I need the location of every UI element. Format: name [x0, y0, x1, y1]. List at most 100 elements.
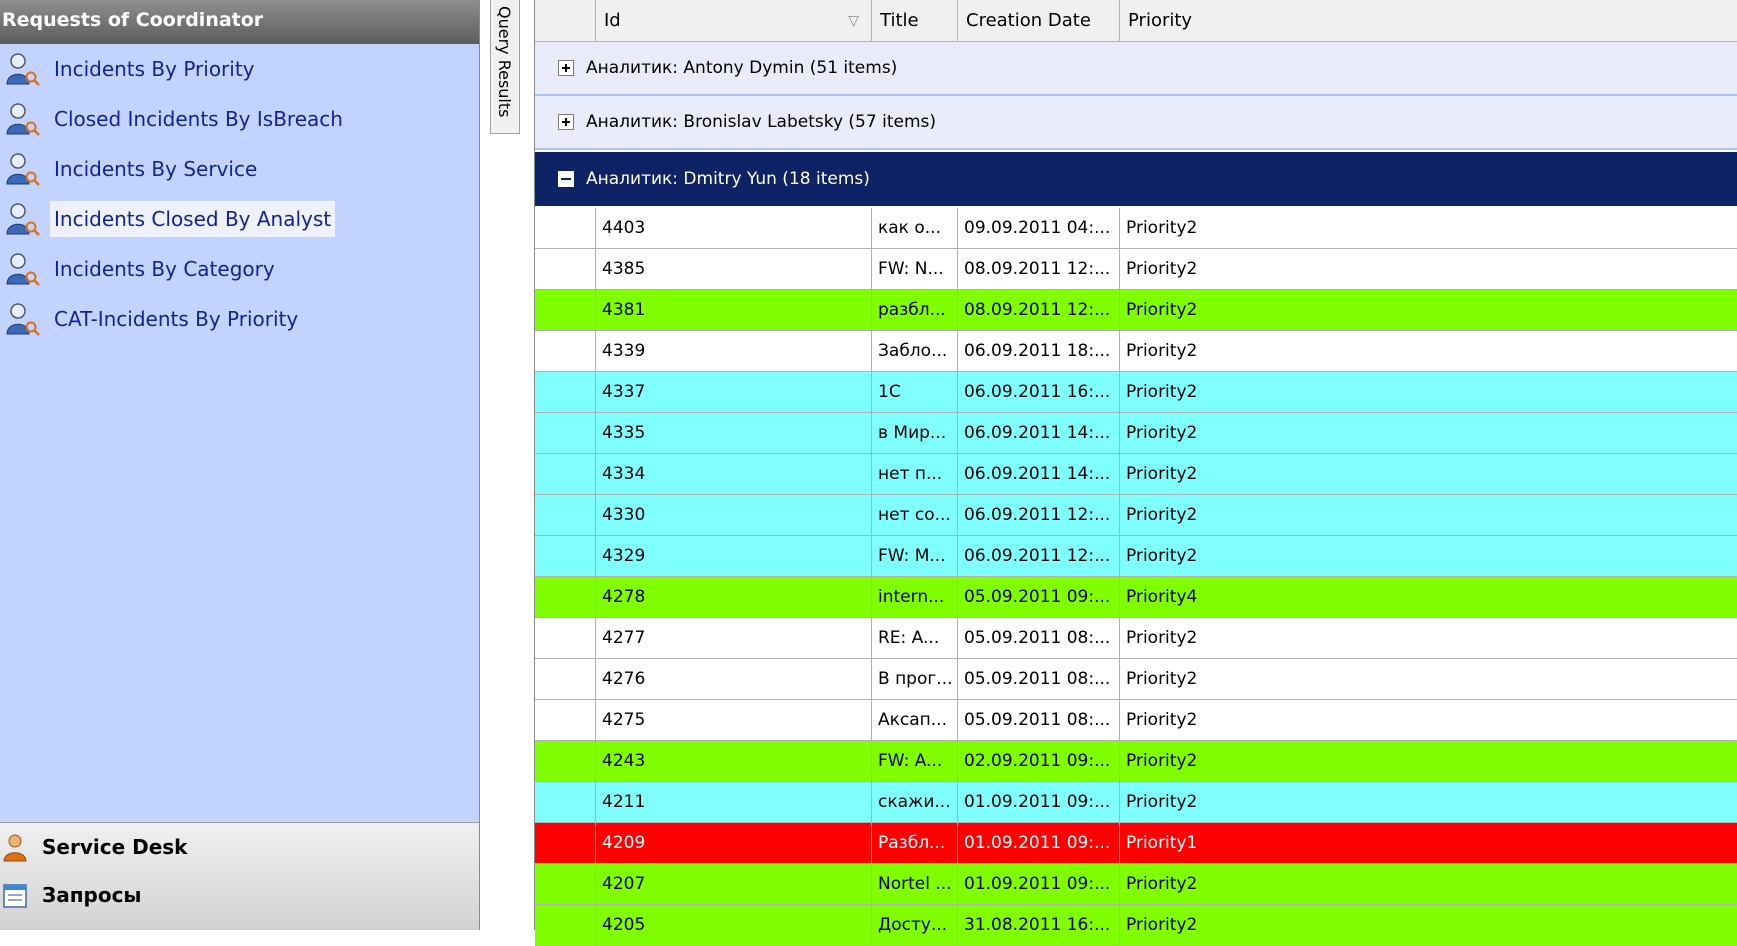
table-row[interactable]: 4337 1С 06.09.2011 16:... Priority2 [535, 372, 1737, 413]
cell-priority[interactable]: Priority2 [1119, 249, 1737, 289]
cell-creation-date[interactable]: 06.09.2011 14:... [957, 454, 1119, 494]
cell-priority[interactable]: Priority2 [1119, 208, 1737, 248]
table-row[interactable]: 4339 Забло... 06.09.2011 18:... Priority2 [535, 331, 1737, 372]
cell-priority[interactable]: Priority2 [1119, 659, 1737, 699]
table-row[interactable]: 4275 Аксап... 05.09.2011 08:... Priority2 [535, 700, 1737, 741]
cell-priority[interactable]: Priority2 [1119, 536, 1737, 576]
report-item[interactable]: Incidents Closed By Analyst [0, 194, 478, 244]
cell-priority[interactable]: Priority2 [1119, 331, 1737, 371]
collapse-icon[interactable] [558, 171, 574, 187]
column-header-priority[interactable]: Priority [1119, 0, 1737, 42]
table-row[interactable]: 4403 как о... 09.09.2011 04:... Priority2 [535, 208, 1737, 249]
cell-id[interactable]: 4335 [595, 413, 871, 453]
cell-creation-date[interactable]: 06.09.2011 16:... [957, 372, 1119, 412]
table-row[interactable]: 4209 Разбл... 01.09.2011 09:... Priority1 [535, 823, 1737, 864]
group-row-dmitry-yun[interactable]: Аналитик: Dmitry Yun (18 items) [535, 152, 1737, 206]
cell-id[interactable]: 4211 [595, 782, 871, 822]
cell-creation-date[interactable]: 05.09.2011 08:... [957, 659, 1119, 699]
cell-id[interactable]: 4277 [595, 618, 871, 658]
cell-id[interactable]: 4205 [595, 905, 871, 945]
column-header-title[interactable]: Title [871, 0, 957, 42]
table-row[interactable]: 4277 RE: A... 05.09.2011 08:... Priority2 [535, 618, 1737, 659]
table-row[interactable]: 4276 В прог... 05.09.2011 08:... Priority2 [535, 659, 1737, 700]
cell-id[interactable]: 4276 [595, 659, 871, 699]
cell-title[interactable]: Nortel ... [871, 864, 957, 904]
cell-priority[interactable]: Priority2 [1119, 741, 1737, 781]
table-row[interactable]: 4330 нет со... 06.09.2011 12:... Priority2 [535, 495, 1737, 536]
cell-id[interactable]: 4337 [595, 372, 871, 412]
report-item[interactable]: Closed Incidents By IsBreach [0, 94, 478, 144]
cell-id[interactable]: 4329 [595, 536, 871, 576]
workspace-service-desk[interactable]: Service Desk [0, 823, 479, 871]
cell-id[interactable]: 4334 [595, 454, 871, 494]
cell-priority[interactable]: Priority2 [1119, 782, 1737, 822]
cell-priority[interactable]: Priority4 [1119, 577, 1737, 617]
expand-icon[interactable] [558, 114, 574, 130]
cell-title[interactable]: Аксап... [871, 700, 957, 740]
cell-id[interactable]: 4209 [595, 823, 871, 863]
cell-id[interactable]: 4243 [595, 741, 871, 781]
cell-priority[interactable]: Priority2 [1119, 905, 1737, 945]
cell-priority[interactable]: Priority2 [1119, 413, 1737, 453]
cell-title[interactable]: 1С [871, 372, 957, 412]
table-row[interactable]: 4278 intern... 05.09.2011 09:... Priority4 [535, 577, 1737, 618]
cell-creation-date[interactable]: 05.09.2011 08:... [957, 618, 1119, 658]
cell-id[interactable]: 4339 [595, 331, 871, 371]
cell-creation-date[interactable]: 06.09.2011 14:... [957, 413, 1119, 453]
cell-creation-date[interactable]: 05.09.2011 09:... [957, 577, 1119, 617]
table-row[interactable]: 4211 скажи... 01.09.2011 09:... Priority2 [535, 782, 1737, 823]
group-row-antony-dymin[interactable]: Аналитик: Antony Dymin (51 items) [535, 42, 1737, 96]
cell-priority[interactable]: Priority2 [1119, 618, 1737, 658]
cell-title[interactable]: FW: M... [871, 536, 957, 576]
column-header-id[interactable]: Id ▽ [595, 0, 871, 42]
cell-id[interactable]: 4275 [595, 700, 871, 740]
table-row[interactable]: 4207 Nortel ... 01.09.2011 09:... Priority2 [535, 864, 1737, 905]
cell-title[interactable]: в Мир... [871, 413, 957, 453]
cell-id[interactable]: 4403 [595, 208, 871, 248]
cell-creation-date[interactable]: 08.09.2011 12:... [957, 249, 1119, 289]
report-item[interactable]: Incidents By Service [0, 144, 478, 194]
cell-title[interactable]: скажи... [871, 782, 957, 822]
cell-title[interactable]: FW: N... [871, 249, 957, 289]
group-row-bronislav-labetsky[interactable]: Аналитик: Bronislav Labetsky (57 items) [535, 96, 1737, 150]
cell-priority[interactable]: Priority2 [1119, 700, 1737, 740]
cell-id[interactable]: 4207 [595, 864, 871, 904]
cell-title[interactable]: нет со... [871, 495, 957, 535]
cell-title[interactable]: разбл... [871, 290, 957, 330]
cell-creation-date[interactable]: 02.09.2011 09:... [957, 741, 1119, 781]
cell-title[interactable]: как о... [871, 208, 957, 248]
table-row[interactable]: 4329 FW: M... 06.09.2011 12:... Priority2 [535, 536, 1737, 577]
cell-creation-date[interactable]: 06.09.2011 12:... [957, 536, 1119, 576]
table-row[interactable]: 4205 Досту... 31.08.2011 16:... Priority2 [535, 905, 1737, 946]
report-item[interactable]: CAT-Incidents By Priority [0, 294, 478, 344]
cell-creation-date[interactable]: 09.09.2011 04:... [957, 208, 1119, 248]
table-row[interactable]: 4335 в Мир... 06.09.2011 14:... Priority2 [535, 413, 1737, 454]
cell-title[interactable]: RE: A... [871, 618, 957, 658]
column-header-creation-date[interactable]: Creation Date [957, 0, 1119, 42]
report-item[interactable]: Incidents By Category [0, 244, 478, 294]
cell-priority[interactable]: Priority2 [1119, 372, 1737, 412]
report-item[interactable]: Incidents By Priority [0, 44, 478, 94]
cell-priority[interactable]: Priority2 [1119, 864, 1737, 904]
cell-creation-date[interactable]: 06.09.2011 18:... [957, 331, 1119, 371]
cell-creation-date[interactable]: 01.09.2011 09:... [957, 782, 1119, 822]
workspace-requests[interactable]: Запросы [0, 871, 479, 919]
cell-title[interactable]: Разбл... [871, 823, 957, 863]
cell-creation-date[interactable]: 06.09.2011 12:... [957, 495, 1119, 535]
cell-title[interactable]: нет п... [871, 454, 957, 494]
cell-title[interactable]: Забло... [871, 331, 957, 371]
sort-icon[interactable]: ▽ [848, 0, 859, 42]
table-row[interactable]: 4385 FW: N... 08.09.2011 12:... Priority2 [535, 249, 1737, 290]
cell-priority[interactable]: Priority2 [1119, 495, 1737, 535]
cell-creation-date[interactable]: 05.09.2011 08:... [957, 700, 1119, 740]
cell-id[interactable]: 4381 [595, 290, 871, 330]
tab-query-results[interactable]: Query Results [490, 0, 520, 134]
cell-title[interactable]: FW: A... [871, 741, 957, 781]
expand-icon[interactable] [558, 60, 574, 76]
table-row[interactable]: 4334 нет п... 06.09.2011 14:... Priority2 [535, 454, 1737, 495]
cell-title[interactable]: Досту... [871, 905, 957, 945]
cell-title[interactable]: intern... [871, 577, 957, 617]
cell-id[interactable]: 4330 [595, 495, 871, 535]
table-row[interactable]: 4243 FW: A... 02.09.2011 09:... Priority2 [535, 741, 1737, 782]
cell-creation-date[interactable]: 31.08.2011 16:... [957, 905, 1119, 945]
